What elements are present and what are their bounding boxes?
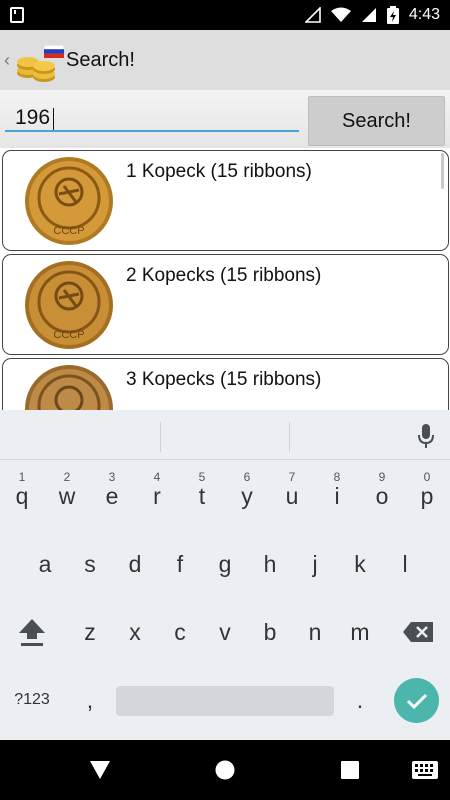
check-icon xyxy=(406,693,427,709)
soft-keyboard: 1q 2w 3e 4r 5t 6y 7u 8i 9o 0p a s d f g … xyxy=(0,410,450,740)
recents-square-icon[interactable] xyxy=(341,761,359,779)
back-triangle-icon[interactable] xyxy=(89,760,111,780)
no-sim-icon xyxy=(304,7,321,23)
key-j[interactable]: j xyxy=(293,534,337,594)
home-circle-icon[interactable] xyxy=(215,760,235,780)
key-t[interactable]: 5t xyxy=(180,466,224,526)
period-key[interactable]: . xyxy=(338,670,382,730)
key-f[interactable]: f xyxy=(158,534,202,594)
coin-image xyxy=(25,365,113,410)
shift-key[interactable] xyxy=(10,602,54,662)
backspace-icon xyxy=(403,622,433,642)
comma-key[interactable]: , xyxy=(68,670,112,730)
key-e[interactable]: 3e xyxy=(90,466,134,526)
status-right: 4:43 xyxy=(304,6,440,24)
shift-icon xyxy=(19,619,45,646)
coin-label: 3 Kopecks (15 ribbons) xyxy=(126,369,322,390)
key-q[interactable]: 1q xyxy=(0,466,44,526)
status-bar: 4:43 xyxy=(0,0,450,30)
coin-image: СССР xyxy=(25,157,113,245)
key-m[interactable]: m xyxy=(338,602,382,662)
suggestion-divider xyxy=(289,422,290,452)
backspace-key[interactable] xyxy=(396,602,440,662)
key-l[interactable]: l xyxy=(383,534,427,594)
key-z[interactable]: z xyxy=(68,602,112,662)
page-title: Search! xyxy=(66,48,135,71)
space-key[interactable] xyxy=(116,686,334,716)
key-d[interactable]: d xyxy=(113,534,157,594)
wifi-icon xyxy=(330,7,351,22)
coin-label: 1 Kopeck (15 ribbons) xyxy=(126,161,312,182)
microphone-icon[interactable] xyxy=(417,423,435,449)
list-item[interactable]: СССР 2 Kopecks (15 ribbons) xyxy=(2,254,449,355)
key-i[interactable]: 8i xyxy=(315,466,359,526)
text-caret xyxy=(53,108,54,130)
status-time: 4:43 xyxy=(408,6,440,23)
coin-image: СССР xyxy=(25,261,113,349)
cellular-icon xyxy=(361,8,376,22)
key-n[interactable]: n xyxy=(293,602,337,662)
key-y[interactable]: 6y xyxy=(225,466,269,526)
battery-icon xyxy=(386,6,399,24)
list-item[interactable]: СССР 1 Kopeck (15 ribbons) xyxy=(2,150,449,251)
back-chevron-icon[interactable]: ‹ xyxy=(4,50,14,71)
key-o[interactable]: 9o xyxy=(360,466,404,526)
key-v[interactable]: v xyxy=(203,602,247,662)
keyboard-switch-icon[interactable] xyxy=(412,761,438,779)
key-x[interactable]: x xyxy=(113,602,157,662)
key-h[interactable]: h xyxy=(248,534,292,594)
key-c[interactable]: c xyxy=(158,602,202,662)
svg-text:СССР: СССР xyxy=(53,225,84,237)
done-key[interactable] xyxy=(394,678,439,723)
list-item[interactable]: 3 Kopecks (15 ribbons) xyxy=(2,358,449,410)
key-b[interactable]: b xyxy=(248,602,292,662)
coin-label: 2 Kopecks (15 ribbons) xyxy=(126,265,322,286)
coin-stack-icon xyxy=(17,57,55,82)
app-logo[interactable] xyxy=(14,37,64,83)
scrollbar-thumb[interactable] xyxy=(441,153,444,189)
navigation-bar xyxy=(0,740,450,800)
key-k[interactable]: k xyxy=(338,534,382,594)
search-input[interactable] xyxy=(5,106,299,132)
key-u[interactable]: 7u xyxy=(270,466,314,526)
suggestion-strip xyxy=(0,410,450,460)
key-r[interactable]: 4r xyxy=(135,466,179,526)
key-w[interactable]: 2w xyxy=(45,466,89,526)
russian-flag-icon xyxy=(44,45,64,58)
svg-text:СССР: СССР xyxy=(53,329,84,341)
key-g[interactable]: g xyxy=(203,534,247,594)
key-p[interactable]: 0p xyxy=(405,466,449,526)
symbols-key[interactable]: ?123 xyxy=(10,670,54,730)
key-a[interactable]: a xyxy=(23,534,67,594)
key-s[interactable]: s xyxy=(68,534,112,594)
app-bar: ‹ Search! xyxy=(0,30,450,90)
suggestion-divider xyxy=(160,422,161,452)
sd-card-icon xyxy=(10,7,24,23)
results-list[interactable]: СССР 1 Kopeck (15 ribbons) СССР 2 Kopeck… xyxy=(0,148,450,410)
search-button[interactable]: Search! xyxy=(308,96,445,146)
